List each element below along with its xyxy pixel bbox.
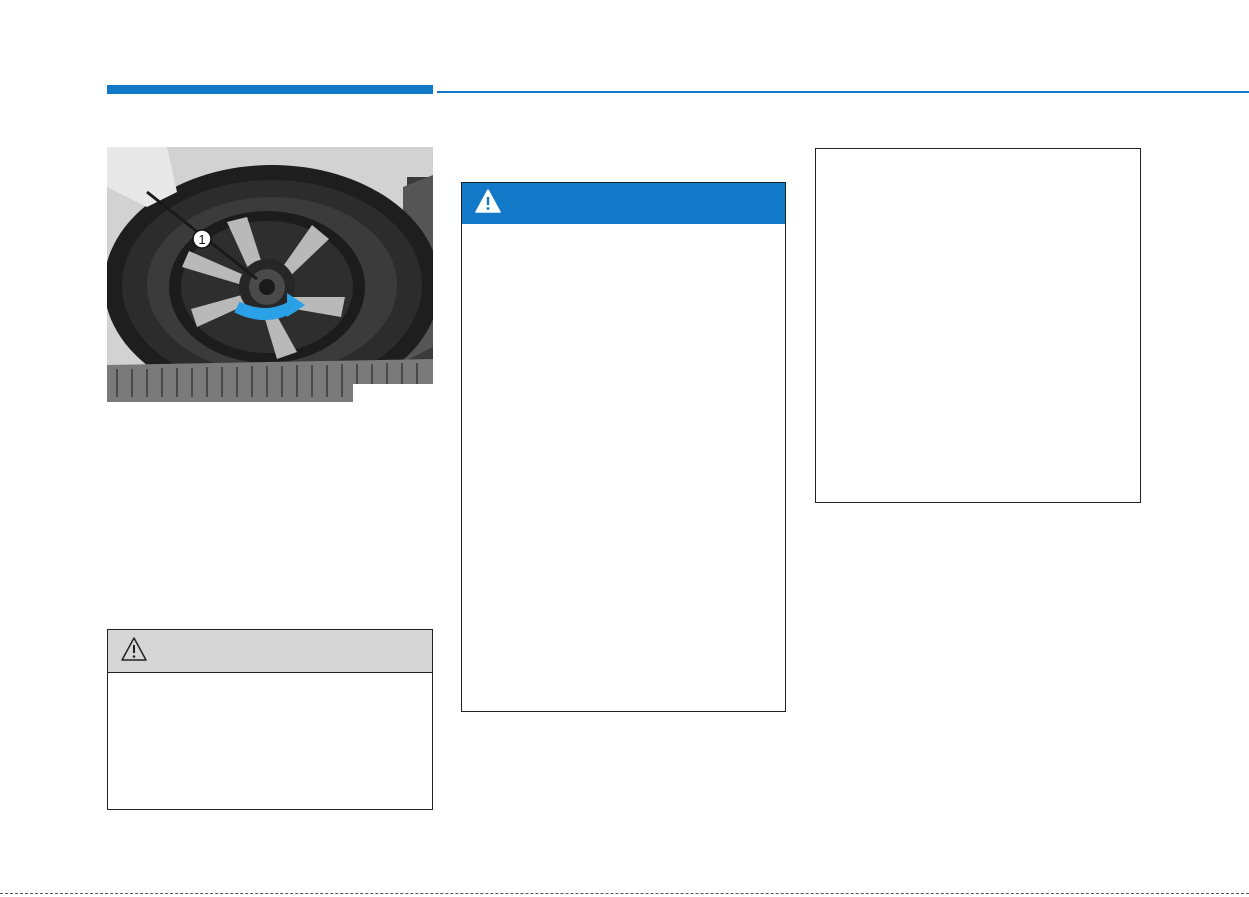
warning-box (461, 182, 786, 712)
caution-triangle-icon (120, 636, 148, 667)
warning-triangle-icon (474, 188, 502, 219)
bottom-cut-line (0, 893, 1249, 894)
spare-tire-photo: 1 (107, 147, 433, 402)
warning-header (462, 183, 785, 224)
info-box (815, 148, 1141, 503)
header-rule-thin (437, 91, 1249, 93)
caution-box (107, 629, 433, 810)
callout-number-label: 1 (198, 232, 205, 247)
figure-code-tag (353, 384, 433, 402)
header-rule-thick (107, 85, 433, 94)
caution-header (108, 630, 432, 673)
